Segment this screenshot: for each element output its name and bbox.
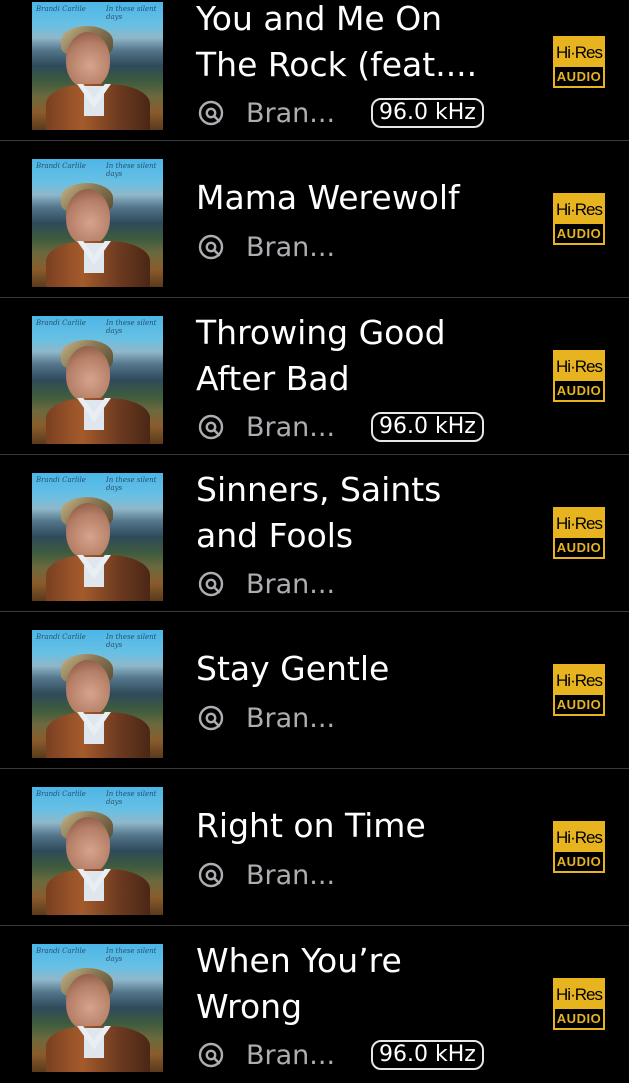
album-art-artist-script: Brandi Carlile (36, 947, 86, 955)
hi-res-badge-top: Hi·Res (555, 352, 603, 381)
sample-rate-badge: 96.0 kHz (371, 1040, 484, 1070)
track-artist: Bran... (246, 97, 336, 129)
hi-res-badge-bottom: AUDIO (556, 854, 602, 869)
album-artwork: Brandi Carlile In these silent days (32, 2, 163, 130)
hi-res-audio-badge: Hi·Res AUDIO (553, 821, 605, 873)
album-art-title-script: In these silent days (106, 319, 157, 335)
album-art-title-script: In these silent days (106, 633, 157, 649)
search-artist-icon (198, 705, 224, 731)
hi-res-badge-bottom: AUDIO (556, 697, 602, 712)
album-art-artist-script: Brandi Carlile (36, 162, 86, 170)
track-artist: Bran... (246, 859, 336, 891)
track-meta: Bran... 96.0 kHz (198, 1038, 484, 1072)
album-artwork: Brandi Carlile In these silent days (32, 944, 163, 1072)
hi-res-badge-top: Hi·Res (555, 666, 603, 695)
album-artwork: Brandi Carlile In these silent days (32, 630, 163, 758)
album-art-artist-script: Brandi Carlile (36, 633, 86, 641)
track-title: Throwing Good After Bad (196, 313, 446, 398)
hi-res-audio-badge: Hi·Res AUDIO (553, 978, 605, 1030)
hi-res-audio-badge: Hi·Res AUDIO (553, 193, 605, 245)
track-meta: Bran... 96.0 kHz (198, 96, 484, 130)
hi-res-audio-badge: Hi·Res AUDIO (553, 507, 605, 559)
track-title: When You’re Wrong (196, 941, 402, 1026)
search-artist-icon (198, 1042, 224, 1068)
track-list: Brandi Carlile In these silent days You … (0, 0, 629, 1083)
track-row[interactable]: Brandi Carlile In these silent days Righ… (0, 769, 629, 926)
track-meta: Bran... (198, 567, 335, 601)
album-art-artist-script: Brandi Carlile (36, 5, 86, 13)
track-meta: Bran... 96.0 kHz (198, 410, 484, 444)
track-artist: Bran... (246, 411, 336, 443)
album-art-artist-script: Brandi Carlile (36, 319, 86, 327)
track-row[interactable]: Brandi Carlile In these silent days Sinn… (0, 455, 629, 612)
track-meta: Bran... (198, 858, 335, 892)
album-art-title-script: In these silent days (106, 162, 157, 178)
search-artist-icon (198, 862, 224, 888)
search-artist-icon (198, 100, 224, 126)
album-artwork: Brandi Carlile In these silent days (32, 787, 163, 915)
hi-res-badge-top: Hi·Res (555, 823, 603, 852)
album-art-title-script: In these silent days (106, 476, 157, 492)
hi-res-badge-top: Hi·Res (555, 38, 603, 67)
hi-res-badge-bottom: AUDIO (556, 540, 602, 555)
track-row[interactable]: Brandi Carlile In these silent days Mama… (0, 141, 629, 298)
track-meta: Bran... (198, 230, 335, 264)
search-artist-icon (198, 414, 224, 440)
track-title: Mama Werewolf (196, 178, 460, 217)
track-row[interactable]: Brandi Carlile In these silent days You … (0, 0, 629, 141)
hi-res-badge-bottom: AUDIO (556, 383, 602, 398)
album-art-title-script: In these silent days (106, 5, 157, 21)
track-title: Stay Gentle (196, 649, 390, 688)
track-artist: Bran... (246, 568, 336, 600)
track-meta: Bran... (198, 701, 335, 735)
hi-res-badge-bottom: AUDIO (556, 1011, 602, 1026)
album-artwork: Brandi Carlile In these silent days (32, 316, 163, 444)
track-artist: Bran... (246, 702, 336, 734)
sample-rate-badge: 96.0 kHz (371, 98, 484, 128)
hi-res-badge-bottom: AUDIO (556, 226, 602, 241)
track-row[interactable]: Brandi Carlile In these silent days When… (0, 926, 629, 1083)
album-art-artist-script: Brandi Carlile (36, 476, 86, 484)
album-artwork: Brandi Carlile In these silent days (32, 473, 163, 601)
search-artist-icon (198, 234, 224, 260)
album-art-artist-script: Brandi Carlile (36, 790, 86, 798)
album-art-title-script: In these silent days (106, 947, 157, 963)
hi-res-audio-badge: Hi·Res AUDIO (553, 350, 605, 402)
track-artist: Bran... (246, 231, 336, 263)
album-art-title-script: In these silent days (106, 790, 157, 806)
track-title: Sinners, Saints and Fools (196, 470, 442, 555)
hi-res-badge-bottom: AUDIO (556, 69, 602, 84)
hi-res-audio-badge: Hi·Res AUDIO (553, 36, 605, 88)
hi-res-badge-top: Hi·Res (555, 980, 603, 1009)
track-artist: Bran... (246, 1039, 336, 1071)
hi-res-audio-badge: Hi·Res AUDIO (553, 664, 605, 716)
track-title: Right on Time (196, 806, 426, 845)
hi-res-badge-top: Hi·Res (555, 195, 603, 224)
hi-res-badge-top: Hi·Res (555, 509, 603, 538)
sample-rate-badge: 96.0 kHz (371, 412, 484, 442)
track-row[interactable]: Brandi Carlile In these silent days Thro… (0, 298, 629, 455)
search-artist-icon (198, 571, 224, 597)
track-title: You and Me On The Rock (feat.... (196, 0, 478, 84)
album-artwork: Brandi Carlile In these silent days (32, 159, 163, 287)
track-row[interactable]: Brandi Carlile In these silent days Stay… (0, 612, 629, 769)
